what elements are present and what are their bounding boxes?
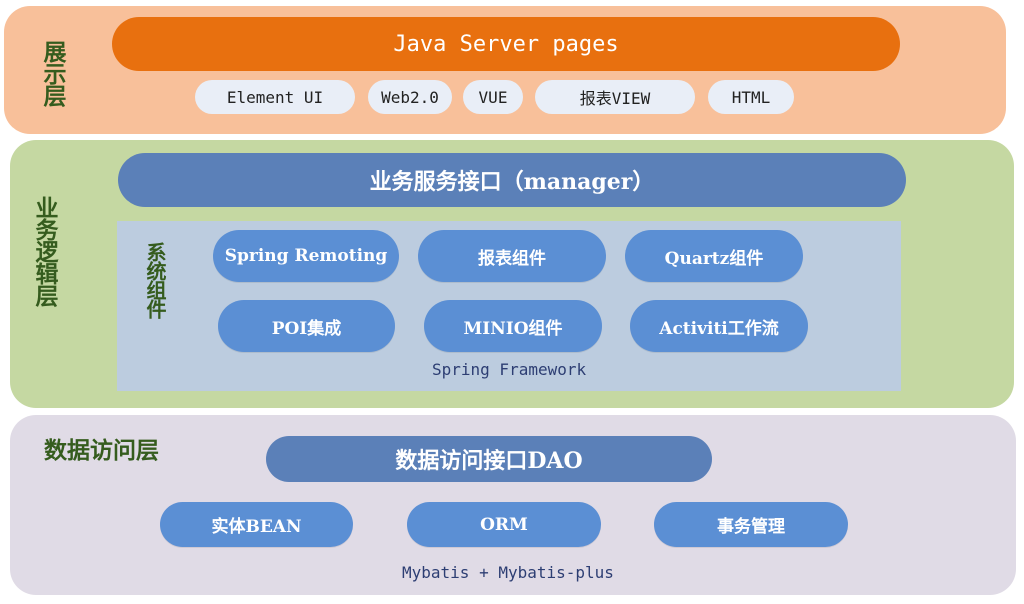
component-quartz: Quartz组件: [625, 230, 803, 282]
business-layer-label: 业务逻辑层: [31, 196, 58, 306]
presentation-item-web20: Web2.0: [368, 80, 452, 114]
presentation-item-report-view: 报表VIEW: [535, 80, 695, 114]
data-layer-label: 数据访问层: [44, 437, 159, 464]
presentation-item-vue: VUE: [463, 80, 523, 114]
presentation-layer-label: 展示层: [39, 40, 66, 106]
spring-framework-caption: Spring Framework: [432, 360, 587, 379]
dao-interface-header: 数据访问接口DAO: [266, 436, 712, 482]
presentation-item-element-ui: Element UI: [195, 80, 355, 114]
component-activiti: Activiti工作流: [630, 300, 808, 352]
component-minio: MINIO组件: [424, 300, 602, 352]
system-components-label: 系统组件: [143, 242, 167, 318]
data-item-transaction-management: 事务管理: [654, 502, 848, 547]
component-report: 报表组件: [418, 230, 606, 282]
component-spring-remoting: Spring Remoting: [213, 230, 399, 282]
presentation-item-html: HTML: [708, 80, 794, 114]
mybatis-caption: Mybatis + Mybatis-plus: [402, 563, 614, 582]
component-poi: POI集成: [218, 300, 395, 352]
java-server-pages-header: Java Server pages: [112, 17, 900, 71]
data-item-orm: ORM: [407, 502, 601, 547]
data-item-entity-bean: 实体BEAN: [160, 502, 353, 547]
business-service-interface-header: 业务服务接口（manager）: [118, 153, 906, 207]
